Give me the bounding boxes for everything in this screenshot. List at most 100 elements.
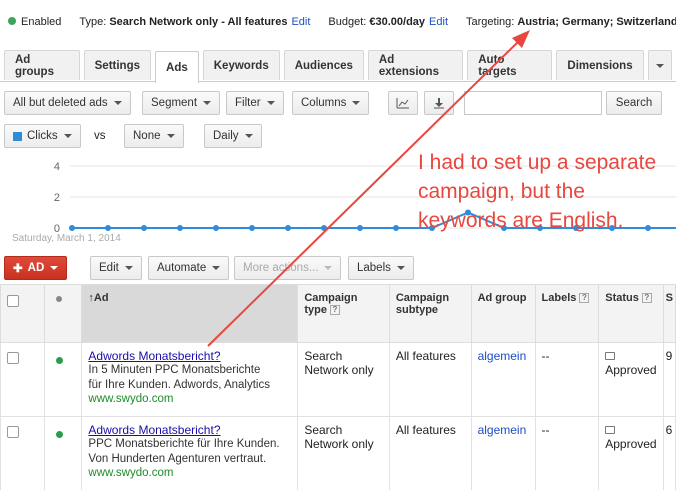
data-point[interactable] [177,225,183,231]
labels-cell: -- [534,416,600,490]
search-input[interactable] [464,91,602,115]
header-status[interactable]: Status? [598,284,664,343]
columns-dropdown[interactable]: Columns [292,91,370,115]
chart-start-date: Saturday, March 1, 2014 [12,233,121,244]
add-ad-button[interactable]: ✚ AD [4,256,68,280]
labels-cell: -- [534,342,600,417]
ad-display-url: www.swydo.com [88,393,174,405]
help-icon[interactable]: ? [579,293,590,304]
line-chart-icon [396,98,409,109]
metric1-dropdown[interactable]: Clicks [4,124,81,148]
header-campaign-type[interactable]: Campaign type? [297,284,390,343]
status-dot-icon [55,296,62,302]
data-point[interactable] [141,225,147,231]
tab-ads[interactable]: Ads [155,51,199,83]
chevron-down-icon [352,101,361,105]
next-cell: 9 [662,342,676,417]
chevron-down-icon [113,101,122,105]
chevron-down-icon [266,101,275,105]
subtype-cell: All features [388,342,472,417]
metric2-dropdown[interactable]: None [124,124,184,148]
chevron-down-icon [124,266,133,270]
ad-cell: Adwords Monatsbericht? In 5 Minuten PPC … [81,342,299,417]
chevron-down-icon [396,266,405,270]
enabled-dot-icon [8,17,16,25]
tab-dimensions[interactable]: Dimensions [556,50,644,80]
tab-auto-targets[interactable]: Auto targets [467,50,553,80]
chart-toggle-button[interactable] [388,91,418,115]
chevron-down-icon [324,266,333,270]
header-ad-group[interactable]: Ad group [470,284,536,343]
status-cell: Approved [598,342,664,417]
chevron-down-icon [50,266,59,270]
download-button[interactable] [424,91,454,115]
row-checkbox[interactable] [7,352,19,364]
header-ad[interactable]: ↑Ad [81,284,299,343]
subtype-cell: All features [388,416,472,490]
download-icon [434,98,444,109]
row-checkbox[interactable] [7,426,19,438]
status-dot-header [43,284,83,343]
status-enabled: Enabled [8,16,61,28]
comment-icon[interactable] [605,352,616,360]
ad-description-line2: Von Hunderten Agenturen vertraut. [88,453,267,465]
ad-group-link[interactable]: algemein [478,423,527,437]
enabled-dot-icon [55,357,63,364]
period-dropdown[interactable]: Daily [204,124,262,148]
plus-icon: ✚ [13,263,23,275]
segment-dropdown[interactable]: Segment [142,91,221,115]
tab-settings[interactable]: Settings [83,50,152,80]
ads-filter-dropdown[interactable]: All but deleted ads [4,91,131,115]
data-point[interactable] [357,225,363,231]
campaign-budget: Budget: €30.00/day Edit [328,16,449,28]
help-icon[interactable]: ? [641,293,652,304]
header-next[interactable]: S [662,284,676,343]
more-actions-dropdown[interactable]: More actions... [234,256,342,280]
filter-dropdown[interactable]: Filter [226,91,284,115]
edit-budget-link[interactable]: Edit [429,16,448,28]
ad-description-line1: In 5 Minuten PPC Monatsberichte [88,364,261,376]
campaign-status-bar: Enabled Type: Search Network only - All … [0,0,676,44]
data-point[interactable] [69,225,75,231]
tab-ad-extensions[interactable]: Ad extensions [367,50,464,80]
tab-keywords[interactable]: Keywords [202,50,280,80]
campaign-type-cell: Search Network only [297,342,390,417]
data-point[interactable] [105,225,111,231]
tab-ad-groups[interactable]: Ad groups [4,50,80,80]
chevron-down-icon [203,101,212,105]
data-point[interactable] [393,225,399,231]
ad-group-link[interactable]: algemein [478,349,527,363]
chevron-down-icon [244,134,253,138]
select-all-checkbox[interactable] [7,295,19,307]
ad-cell: Adwords Monatsbericht? PPC Monatsbericht… [81,416,299,490]
labels-dropdown[interactable]: Labels [348,256,414,280]
table-row: Adwords Monatsbericht? PPC Monatsbericht… [0,416,676,490]
ad-headline-link[interactable]: Adwords Monatsbericht? [88,349,291,363]
vs-label: vs [94,130,106,142]
tab-audiences[interactable]: Audiences [283,50,364,80]
comment-icon[interactable] [605,426,616,434]
more-tabs-button[interactable] [647,50,672,80]
status-cell: Approved [598,416,664,490]
data-point[interactable] [285,225,291,231]
ad-headline-link[interactable]: Adwords Monatsbericht? [88,423,291,437]
data-point[interactable] [213,225,219,231]
chevron-down-icon [655,63,664,68]
chevron-down-icon [166,134,175,138]
edit-type-link[interactable]: Edit [291,16,310,28]
edit-dropdown[interactable]: Edit [90,256,142,280]
chevron-down-icon [63,134,72,138]
ads-table: ↑Ad Campaign type? Campaign subtype Ad g… [0,284,676,490]
table-header-row: ↑Ad Campaign type? Campaign subtype Ad g… [0,284,676,343]
header-labels[interactable]: Labels? [534,284,600,343]
annotation-text: I had to set up a separate campaign, but… [418,151,657,232]
help-icon[interactable]: ? [329,305,340,316]
series-color-swatch [13,131,22,141]
automate-dropdown[interactable]: Automate [148,256,230,280]
data-point[interactable] [249,225,255,231]
y-tick-label: 4 [54,161,60,173]
search-button[interactable]: Search [606,91,662,115]
ad-display-url: www.swydo.com [88,467,174,479]
header-campaign-subtype[interactable]: Campaign subtype [388,284,472,343]
data-point[interactable] [321,225,327,231]
